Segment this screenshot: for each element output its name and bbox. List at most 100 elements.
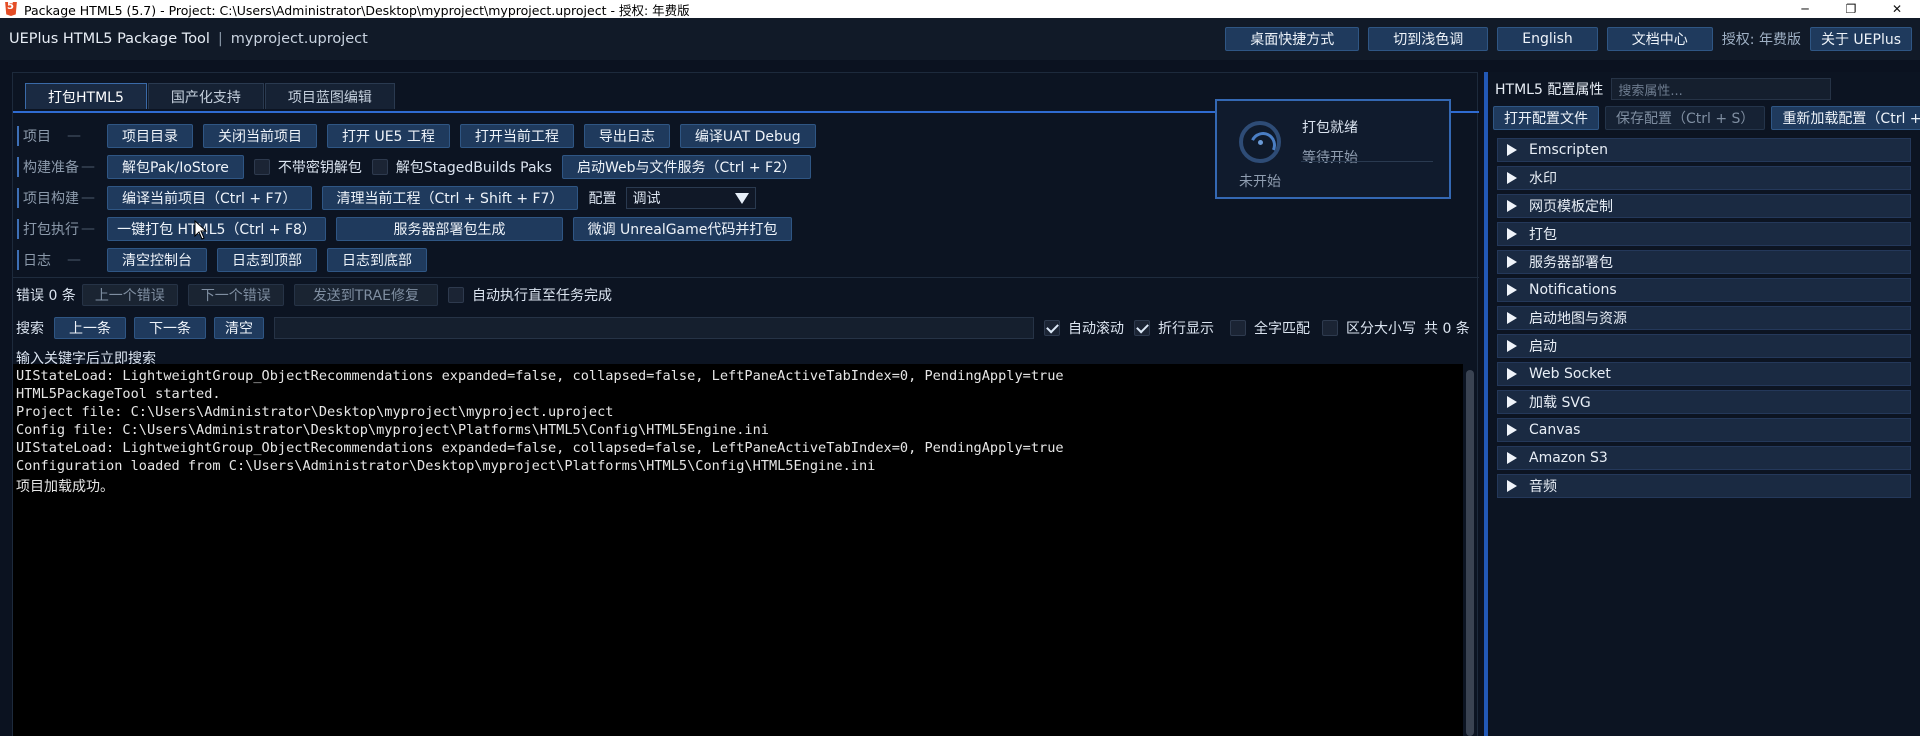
- open-config-button[interactable]: 打开配置文件: [1493, 106, 1599, 130]
- server-deploy-button[interactable]: 服务器部署包生成: [336, 217, 563, 241]
- minimize-button[interactable]: ─: [1782, 0, 1828, 18]
- open-current-project-button[interactable]: 打开当前工程: [459, 124, 574, 148]
- window-controls: ─ ❐ ✕: [1782, 0, 1920, 18]
- search-next-button[interactable]: 下一条: [134, 317, 206, 339]
- next-error-button[interactable]: 下一个错误: [187, 284, 284, 306]
- unpak-staged-checkbox[interactable]: [371, 159, 388, 175]
- section-emscripten[interactable]: Emscripten: [1497, 138, 1911, 162]
- log-line: Project file: C:\Users\Administrator\Des…: [16, 404, 614, 420]
- status-subtitle: 等待开始: [1302, 150, 1358, 166]
- app-name: UEPlus HTML5 Package Tool: [9, 31, 210, 47]
- expand-triangle-icon: [1507, 284, 1517, 296]
- export-log-button[interactable]: 导出日志: [583, 124, 670, 148]
- expand-triangle-icon: [1507, 256, 1517, 268]
- wrap-checkbox[interactable]: [1134, 320, 1150, 336]
- window-title: Package HTML5 (5.7) - Project: C:\Users\…: [24, 2, 690, 18]
- whole-word-checkbox[interactable]: [1230, 320, 1246, 336]
- auto-exec-label: 自动执行直至任务完成: [471, 288, 612, 304]
- desktop-shortcut-button[interactable]: 桌面快捷方式: [1225, 27, 1360, 51]
- send-trae-button[interactable]: 发送到TRAE修复: [293, 284, 438, 306]
- language-button[interactable]: English: [1497, 27, 1598, 51]
- auto-scroll-checkbox[interactable]: [1044, 320, 1060, 336]
- auto-exec-checkbox[interactable]: [447, 287, 464, 303]
- open-ue5-project-button[interactable]: 打开 UE5 工程: [327, 124, 450, 148]
- compile-project-button[interactable]: 编译当前项目（Ctrl + F7）: [107, 186, 312, 210]
- row-label-build: 项目构建 —: [17, 188, 107, 208]
- config-select-value: 调试: [632, 191, 661, 207]
- clear-console-button[interactable]: 清空控制台: [107, 248, 207, 272]
- section-watermark[interactable]: 水印: [1497, 166, 1911, 190]
- license-label: 授权: 年费版: [1721, 32, 1801, 48]
- restore-button[interactable]: ❐: [1828, 0, 1874, 18]
- config-select[interactable]: 调试: [626, 187, 757, 209]
- unpak-iostore-button[interactable]: 解包Pak/IoStore: [107, 155, 244, 179]
- light-theme-button[interactable]: 切到浅色调: [1368, 27, 1489, 51]
- whole-word-label: 全字匹配: [1254, 321, 1310, 337]
- no-key-checkbox[interactable]: [253, 159, 270, 175]
- config-panel-header: HTML5 配置属性 搜索属性...: [1495, 78, 1832, 100]
- close-button[interactable]: ✕: [1874, 0, 1920, 18]
- expand-triangle-icon: [1507, 340, 1517, 352]
- config-sections: Emscripten 水印 网页模板定制 打包 服务器部署包 Notificat…: [1497, 138, 1911, 502]
- log-line: Config file: C:\Users\Administrator\Desk…: [16, 422, 769, 438]
- about-button[interactable]: 关于 UEPlus: [1809, 27, 1912, 51]
- section-amazon-s3[interactable]: Amazon S3: [1497, 446, 1911, 470]
- panel-splitter[interactable]: [1484, 72, 1488, 736]
- docs-button[interactable]: 文档中心: [1606, 27, 1713, 51]
- close-project-button[interactable]: 关闭当前项目: [203, 124, 317, 148]
- expand-triangle-icon: [1507, 480, 1517, 492]
- log-line: HTML5PackageTool started.: [16, 386, 221, 402]
- error-count: 错误 0 条: [16, 288, 76, 304]
- project-folder-button[interactable]: 项目目录: [107, 124, 193, 148]
- log-line: UIStateLoad: LightweightGroup_ObjectReco…: [16, 440, 1064, 456]
- start-web-service-button[interactable]: 启动Web与文件服务（Ctrl + F2）: [561, 155, 811, 179]
- tab-localization[interactable]: 国产化支持: [147, 83, 264, 109]
- section-audio[interactable]: 音频: [1497, 474, 1911, 498]
- save-config-button[interactable]: 保存配置（Ctrl + S）: [1605, 106, 1766, 130]
- status-ring-icon: [1239, 121, 1281, 163]
- expand-triangle-icon: [1507, 172, 1517, 184]
- tab-package-html5[interactable]: 打包HTML5: [25, 83, 147, 109]
- section-startup[interactable]: 启动: [1497, 334, 1911, 358]
- tab-blueprint-edit[interactable]: 项目蓝图编辑: [264, 83, 395, 109]
- search-prev-button[interactable]: 上一条: [54, 317, 126, 339]
- prev-error-button[interactable]: 上一个错误: [81, 284, 178, 306]
- header-separator: |: [217, 31, 223, 47]
- chevron-down-icon: [735, 193, 750, 204]
- match-case-checkbox[interactable]: [1322, 320, 1338, 336]
- search-input[interactable]: [274, 317, 1034, 339]
- section-web-socket[interactable]: Web Socket: [1497, 362, 1911, 386]
- scrollbar-thumb[interactable]: [1466, 370, 1474, 736]
- expand-triangle-icon: [1507, 424, 1517, 436]
- clean-project-button[interactable]: 清理当前工程（Ctrl + Shift + F7）: [321, 186, 579, 210]
- unpak-staged-label: 解包StagedBuilds Paks: [395, 160, 552, 176]
- reload-config-button[interactable]: 重新加载配置（Ctrl +: [1771, 106, 1920, 130]
- console-scrollbar[interactable]: [1463, 364, 1477, 736]
- one-click-package-button[interactable]: 一键打包 HTML5（Ctrl + F8）: [107, 217, 326, 241]
- row-package-exec: 打包执行 — 一键打包 HTML5（Ctrl + F8） 服务器部署包生成 微调 …: [13, 214, 1213, 244]
- section-canvas[interactable]: Canvas: [1497, 418, 1911, 442]
- status-state: 未开始: [1239, 174, 1281, 190]
- row-label-project: 项目 —: [17, 126, 107, 146]
- config-panel: HTML5 配置属性 搜索属性... 打开配置文件 保存配置（Ctrl + S）…: [1490, 72, 1920, 736]
- section-notifications[interactable]: Notifications: [1497, 278, 1911, 302]
- config-label: 配置: [588, 191, 617, 207]
- section-server-deploy[interactable]: 服务器部署包: [1497, 250, 1911, 274]
- section-startup-maps[interactable]: 启动地图与资源: [1497, 306, 1911, 330]
- log-line-success: 项目加载成功。: [16, 479, 114, 495]
- auto-scroll-label: 自动滚动: [1068, 321, 1124, 337]
- row-project: 项目 — 项目目录 关闭当前项目 打开 UE5 工程 打开当前工程 导出日志 编译…: [13, 121, 1213, 151]
- row-label-package: 打包执行 —: [17, 219, 107, 239]
- log-top-button[interactable]: 日志到顶部: [217, 248, 317, 272]
- section-web-template[interactable]: 网页模板定制: [1497, 194, 1911, 218]
- log-bottom-button[interactable]: 日志到底部: [327, 248, 427, 272]
- config-search-input[interactable]: 搜索属性...: [1611, 78, 1832, 100]
- app-header: UEPlus HTML5 Package Tool | myproject.up…: [0, 18, 1920, 60]
- section-load-svg[interactable]: 加载 SVG: [1497, 390, 1911, 414]
- tweak-package-button[interactable]: 微调 UnrealGame代码并打包: [573, 217, 792, 241]
- expand-triangle-icon: [1507, 452, 1517, 464]
- search-clear-button[interactable]: 清空: [214, 317, 264, 339]
- log-console[interactable]: UIStateLoad: LightweightGroup_ObjectReco…: [13, 364, 1463, 736]
- section-packaging[interactable]: 打包: [1497, 222, 1911, 246]
- compile-uat-debug-button[interactable]: 编译UAT Debug: [679, 124, 816, 148]
